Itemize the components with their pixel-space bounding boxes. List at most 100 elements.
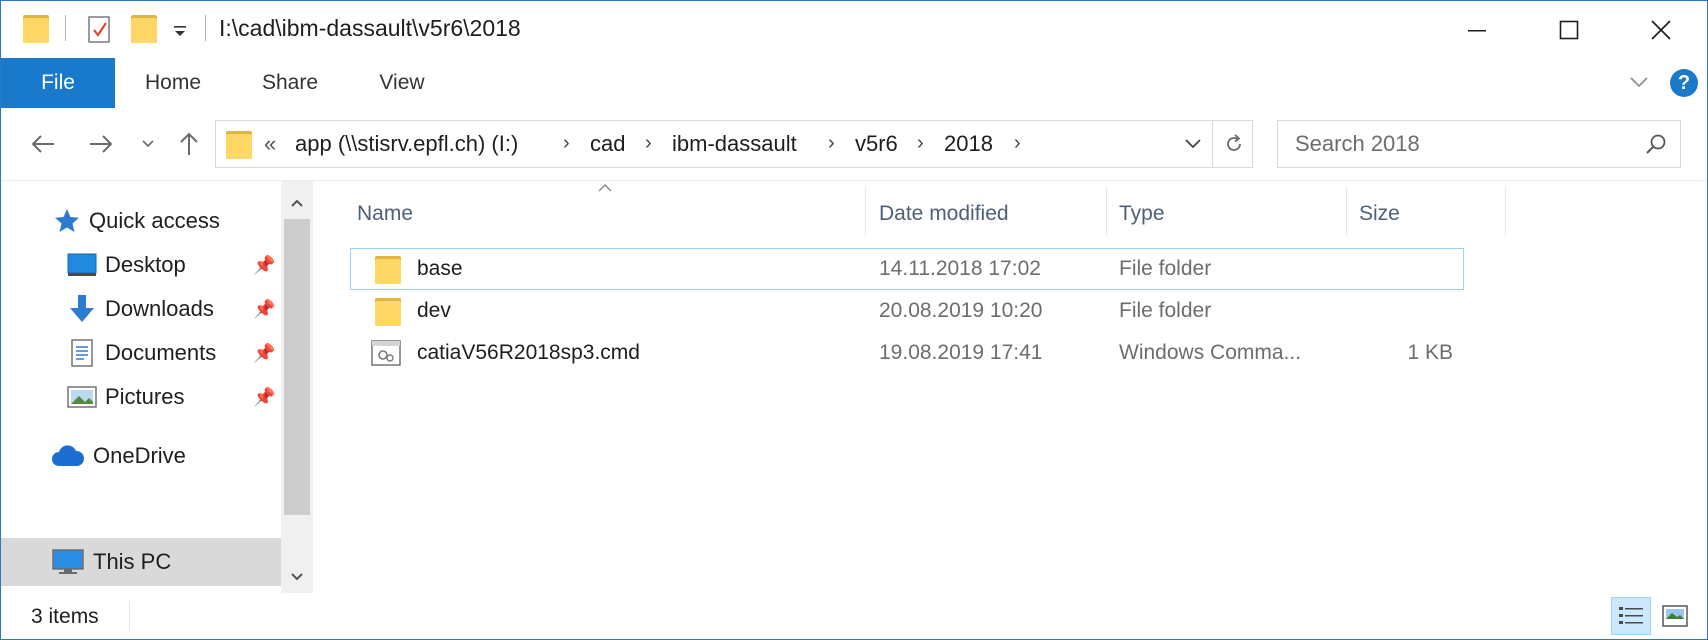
nav-item-label: Desktop	[105, 252, 186, 277]
scroll-down-button[interactable]	[281, 559, 313, 595]
search-input[interactable]: Search 2018	[1295, 131, 1420, 157]
file-list: Name Date modified Type Size base 14.11.…	[313, 181, 1707, 593]
folder-icon	[375, 254, 401, 284]
table-row[interactable]: catiaV56R2018sp3.cmd 19.08.2019 17:41 Wi…	[351, 333, 1463, 373]
breadcrumb-separator[interactable]: ›	[645, 132, 652, 155]
file-name: dev	[417, 299, 451, 322]
nav-item-label: Pictures	[105, 384, 185, 409]
column-header-size[interactable]: Size	[1359, 193, 1400, 235]
file-date: 19.08.2019 17:41	[879, 341, 1043, 364]
nav-item-label: Downloads	[105, 296, 214, 321]
refresh-icon[interactable]	[1222, 132, 1246, 156]
pin-icon[interactable]: 📌	[253, 299, 275, 320]
scrollbar-thumb[interactable]	[284, 219, 310, 515]
details-view-icon	[1619, 607, 1643, 624]
column-header-type[interactable]: Type	[1119, 193, 1165, 235]
breadcrumb-cad[interactable]: cad	[590, 131, 625, 157]
details-view-button[interactable]	[1611, 597, 1651, 635]
star-icon	[55, 209, 79, 232]
tab-view[interactable]: View	[361, 58, 443, 108]
pin-icon[interactable]: 📌	[253, 343, 275, 364]
nav-item-downloads[interactable]: Downloads	[67, 287, 214, 331]
customize-quick-access-icon[interactable]	[173, 25, 187, 39]
search-box[interactable]: Search 2018	[1277, 120, 1681, 168]
cmd-file-icon	[371, 340, 401, 366]
nav-item-desktop[interactable]: Desktop	[67, 243, 186, 287]
back-button[interactable]	[23, 124, 63, 164]
file-type: File folder	[1119, 299, 1212, 322]
scroll-up-button[interactable]	[281, 185, 313, 221]
window-title: I:\cad\ibm-dassault\v5r6\2018	[219, 15, 521, 41]
large-icons-view-button[interactable]	[1655, 597, 1695, 635]
divider	[65, 15, 66, 41]
properties-icon[interactable]	[87, 14, 113, 44]
column-divider[interactable]	[1106, 187, 1107, 235]
folder-icon[interactable]	[23, 13, 49, 43]
table-row[interactable]: base 14.11.2018 17:02 File folder	[350, 248, 1464, 290]
address-history-chevron-icon[interactable]	[1184, 138, 1202, 150]
folder-icon	[375, 296, 401, 326]
search-icon[interactable]	[1644, 132, 1668, 156]
breadcrumb-ibm-dassault[interactable]: ibm-dassault	[672, 131, 797, 157]
onedrive-cloud-icon	[52, 445, 85, 466]
computer-icon	[52, 549, 84, 574]
chevron-down-icon	[291, 573, 303, 581]
pin-icon[interactable]: 📌	[253, 387, 275, 408]
back-arrow-icon	[31, 135, 54, 153]
download-arrow-icon	[70, 295, 94, 322]
breadcrumb-2018[interactable]: 2018	[944, 131, 993, 157]
nav-item-onedrive[interactable]: OneDrive	[51, 434, 186, 478]
maximize-button[interactable]	[1523, 1, 1615, 58]
table-row[interactable]: dev 20.08.2019 10:20 File folder	[351, 291, 1463, 331]
address-bar[interactable]: « app (\\stisrv.epfl.ch) (I:) › cad › ib…	[215, 120, 1253, 168]
file-type: Windows Comma...	[1119, 341, 1302, 364]
help-button[interactable]: ?	[1670, 69, 1698, 97]
nav-item-label: This PC	[93, 549, 172, 574]
pictures-icon	[67, 386, 97, 408]
nav-item-pictures[interactable]: Pictures	[67, 375, 184, 419]
nav-item-label: OneDrive	[93, 443, 186, 468]
minimize-icon	[1468, 29, 1486, 31]
breadcrumb-v5r6[interactable]: v5r6	[855, 131, 898, 157]
folder-icon	[226, 129, 252, 159]
file-name: base	[417, 257, 463, 280]
divider	[129, 601, 130, 631]
nav-item-label: Quick access	[89, 208, 220, 233]
nav-item-this-pc[interactable]: This PC	[51, 540, 171, 584]
sort-ascending-icon	[598, 184, 612, 192]
tab-share[interactable]: Share	[245, 58, 335, 108]
nav-item-quick-access[interactable]: Quick access	[53, 199, 220, 243]
breadcrumb-separator[interactable]: ›	[563, 132, 570, 155]
forward-button[interactable]	[81, 124, 121, 164]
breadcrumb-separator[interactable]: ›	[1014, 132, 1021, 155]
up-button[interactable]	[169, 124, 209, 164]
divider	[205, 15, 206, 41]
tab-file[interactable]: File	[1, 58, 115, 108]
navigation-pane: Quick access Desktop 📌 Downloads 📌 Docum…	[1, 181, 313, 593]
breadcrumb-separator[interactable]: ›	[917, 132, 924, 155]
item-count: 3 items	[31, 605, 99, 628]
column-divider[interactable]	[1505, 187, 1506, 235]
file-name: catiaV56R2018sp3.cmd	[417, 341, 640, 364]
large-icons-view-icon	[1662, 605, 1688, 627]
tab-home[interactable]: Home	[127, 58, 219, 108]
close-button[interactable]	[1615, 1, 1707, 58]
chevron-up-icon	[291, 199, 303, 207]
column-header-name[interactable]: Name	[357, 193, 413, 235]
expand-ribbon-icon[interactable]	[1629, 75, 1649, 89]
column-divider[interactable]	[1346, 187, 1347, 235]
up-arrow-icon	[180, 132, 198, 155]
desktop-icon	[67, 253, 97, 276]
new-folder-icon[interactable]	[131, 13, 157, 43]
file-date: 14.11.2018 17:02	[879, 257, 1041, 280]
pin-icon[interactable]: 📌	[253, 255, 275, 276]
column-divider[interactable]	[865, 187, 866, 235]
minimize-button[interactable]	[1431, 1, 1523, 58]
breadcrumb-overflow[interactable]: «	[264, 131, 276, 157]
recent-locations-button[interactable]	[135, 124, 161, 164]
breadcrumb-app-drive[interactable]: app (\\stisrv.epfl.ch) (I:)	[295, 131, 518, 157]
column-header-date-modified[interactable]: Date modified	[879, 193, 1009, 235]
breadcrumb-separator[interactable]: ›	[828, 132, 835, 155]
forward-arrow-icon	[90, 135, 113, 153]
nav-item-documents[interactable]: Documents	[67, 331, 216, 375]
